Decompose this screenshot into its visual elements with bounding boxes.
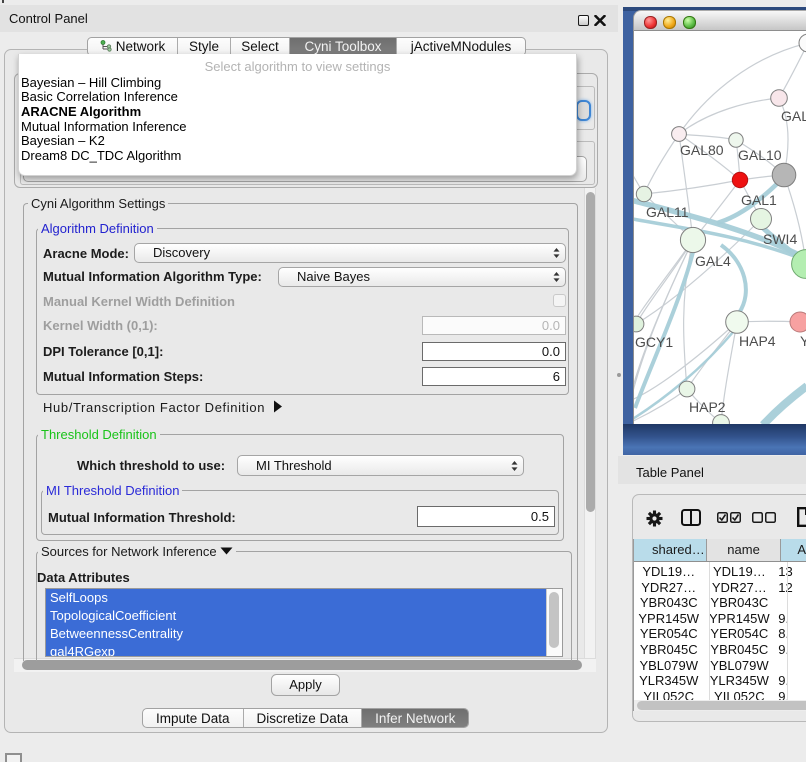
- svg-text:GAL10: GAL10: [738, 147, 782, 163]
- svg-text:GAL2: GAL2: [781, 108, 806, 124]
- svg-text:GAL11: GAL11: [646, 204, 689, 220]
- svg-text:GAL1: GAL1: [741, 192, 777, 208]
- svg-text:GCY1: GCY1: [635, 334, 673, 350]
- svg-text:Y: Y: [800, 333, 806, 349]
- svg-text:GAL80: GAL80: [680, 142, 724, 158]
- svg-text:HAP2: HAP2: [689, 399, 726, 415]
- svg-text:GAL4: GAL4: [695, 253, 731, 269]
- svg-text:SWI4: SWI4: [763, 231, 797, 247]
- svg-text:HAP4: HAP4: [739, 333, 776, 349]
